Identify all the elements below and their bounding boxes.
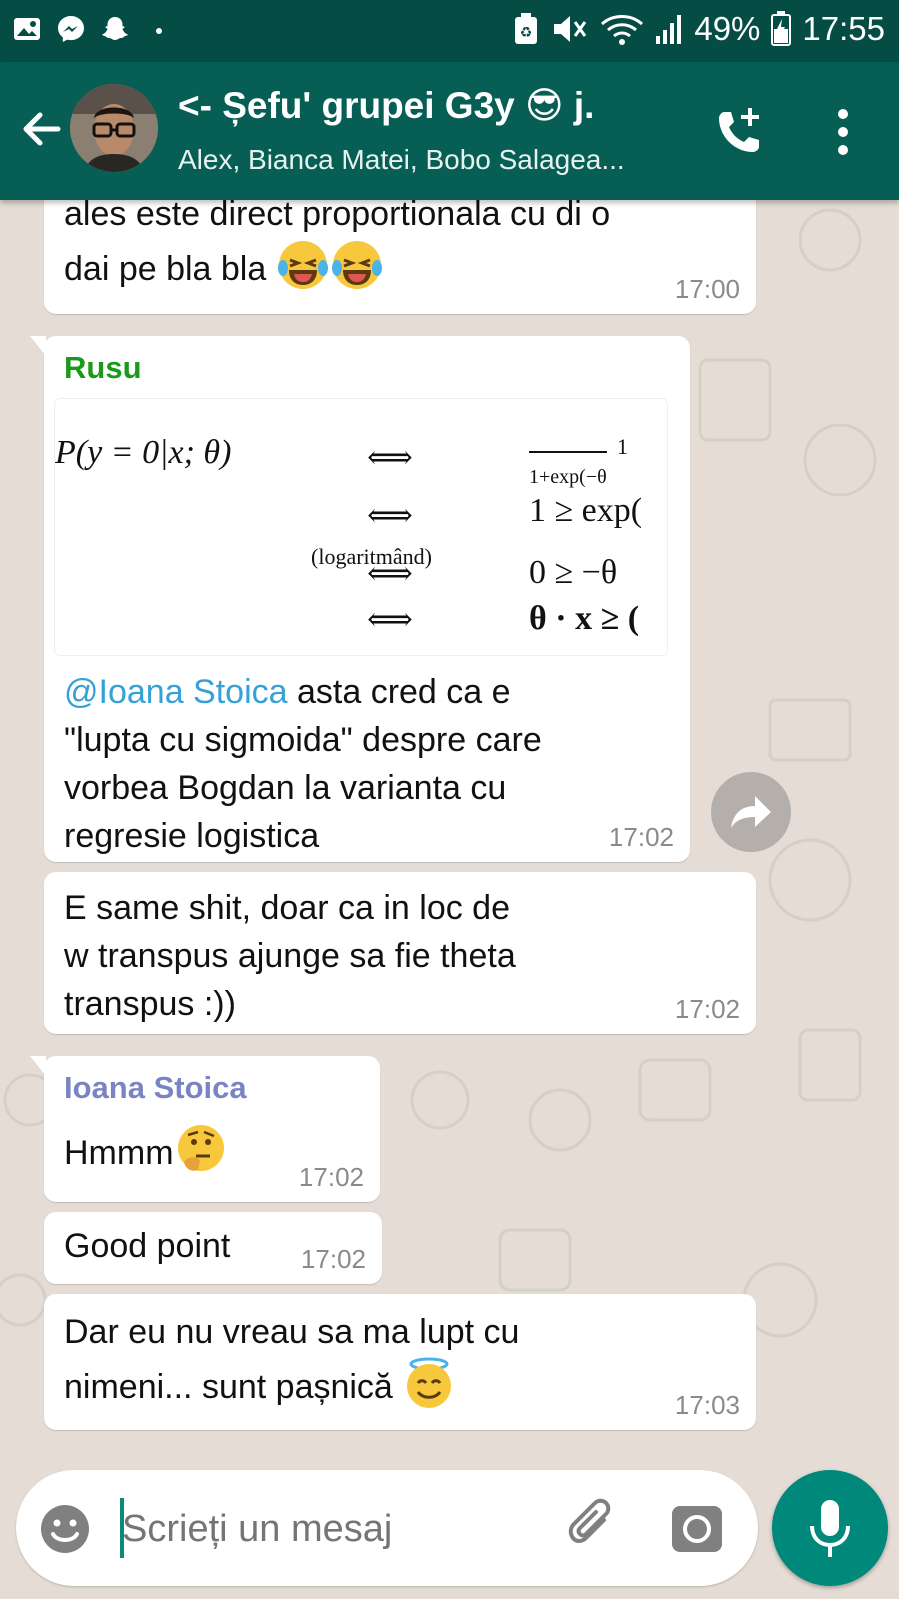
attached-image[interactable]: P(y = 0|x; θ) ⟺ ⟺ (logaritmând) ⟺ ⟺ 1 1+…	[54, 398, 668, 656]
message-bubble[interactable]: E same shit, doar ca in loc de w transpu…	[44, 872, 756, 1034]
messenger-icon	[58, 16, 84, 42]
message-text: "lupta cu sigmoida" despre care	[64, 721, 542, 759]
message-time: 17:00	[674, 274, 740, 304]
message-text: asta cred ca e	[287, 673, 511, 711]
message-text: ales este direct proportionala cu di o	[64, 200, 611, 233]
text-cursor	[120, 1498, 124, 1558]
tears-of-joy-emoji-icon	[331, 241, 382, 289]
message-time: 17:03	[674, 1390, 740, 1420]
message-text: transpus :))	[64, 985, 236, 1023]
equation-rhs-num: 1	[617, 434, 628, 459]
message-text: w transpus ajunge sa fie theta	[64, 937, 516, 975]
svg-text:♻: ♻	[520, 25, 533, 41]
message-list[interactable]: ales este direct proportionala cu di o d…	[0, 200, 899, 1470]
message-time: 17:02	[300, 1244, 366, 1274]
camera-icon[interactable]	[670, 1502, 724, 1554]
message-text: nimeni... sunt pașnică	[64, 1368, 393, 1406]
equation-equiv: ⟺	[367, 601, 413, 637]
message-bubble[interactable]: Good point 17:02	[44, 1212, 382, 1284]
battery-percent: 49%	[694, 10, 761, 47]
message-text: dai pe bla bla	[64, 250, 267, 288]
dot-icon	[156, 28, 162, 34]
back-arrow-icon[interactable]	[18, 106, 64, 152]
message-time: 17:02	[608, 822, 674, 852]
battery-icon	[771, 11, 792, 46]
chat-header: <- Șefu' grupei G3y 😎 j. Alex, Bianca Ma…	[0, 62, 899, 200]
attach-icon[interactable]	[564, 1498, 624, 1558]
message-bubble[interactable]: Ioana Stoica Hmmm 17:02	[30, 1056, 380, 1202]
snapchat-icon	[102, 17, 128, 40]
forward-icon[interactable]	[711, 772, 791, 852]
equation-equiv: ⟺	[367, 497, 413, 533]
mute-icon	[554, 16, 587, 42]
equation-rhs: θ · x ≥ (	[529, 600, 640, 637]
tears-of-joy-emoji-icon	[277, 241, 328, 289]
more-vert-icon[interactable]	[830, 104, 856, 160]
sender-name[interactable]: Ioana Stoica	[64, 1070, 247, 1106]
emoji-icon[interactable]	[38, 1502, 92, 1556]
wifi-icon	[601, 15, 644, 45]
chat-title[interactable]: <- Șefu' grupei G3y 😎 j.	[178, 84, 594, 127]
message-time: 17:02	[674, 994, 740, 1024]
equation-lhs: P(y = 0|x; θ)	[55, 434, 232, 471]
clock: 17:55	[802, 10, 885, 47]
mic-icon	[810, 1500, 850, 1557]
message-text: Good point	[64, 1227, 231, 1265]
smiling-face-with-halo-emoji-icon	[407, 1357, 452, 1408]
mention-link[interactable]: @Ioana Stoica	[64, 673, 288, 711]
message-text: Hmmm	[64, 1134, 174, 1172]
message-text: Dar eu nu vreau sa ma lupt cu	[64, 1313, 520, 1351]
status-bar: ♻ 49% 17:55	[0, 0, 899, 62]
thinking-face-emoji-icon	[177, 1125, 224, 1171]
sender-name[interactable]: Rusu	[64, 350, 142, 386]
message-bubble[interactable]: ales este direct proportionala cu di o d…	[44, 200, 756, 314]
signal-icon	[656, 15, 682, 44]
message-text: vorbea Bogdan la varianta cu	[64, 769, 507, 807]
message-bubble[interactable]: Rusu P(y = 0|x; θ) ⟺ ⟺ (logaritmând) ⟺ ⟺…	[30, 336, 690, 862]
bubble-tail	[30, 336, 46, 356]
message-composer	[16, 1470, 758, 1586]
battery-saver-icon: ♻	[515, 13, 538, 44]
gallery-icon	[14, 18, 40, 40]
avatar-photo	[70, 84, 158, 172]
message-bubble[interactable]: Dar eu nu vreau sa ma lupt cu nimeni... …	[44, 1294, 756, 1430]
equation-rhs: 0 ≥ −θ	[529, 554, 618, 591]
message-text: regresie logistica	[64, 817, 320, 855]
message-text: E same shit, doar ca in loc de	[64, 889, 511, 927]
message-time: 17:02	[298, 1162, 364, 1192]
voice-message-button[interactable]	[772, 1470, 888, 1586]
chat-participants[interactable]: Alex, Bianca Matei, Bobo Salagea...	[178, 144, 625, 176]
add-call-icon[interactable]	[712, 104, 768, 160]
message-input[interactable]	[120, 1500, 554, 1558]
equation-equiv: ⟺	[367, 439, 413, 475]
equation-rhs: 1 ≥ exp(	[529, 492, 643, 529]
bubble-tail	[30, 1056, 46, 1076]
equation-equiv: ⟺	[367, 555, 413, 591]
avatar[interactable]	[70, 84, 158, 172]
